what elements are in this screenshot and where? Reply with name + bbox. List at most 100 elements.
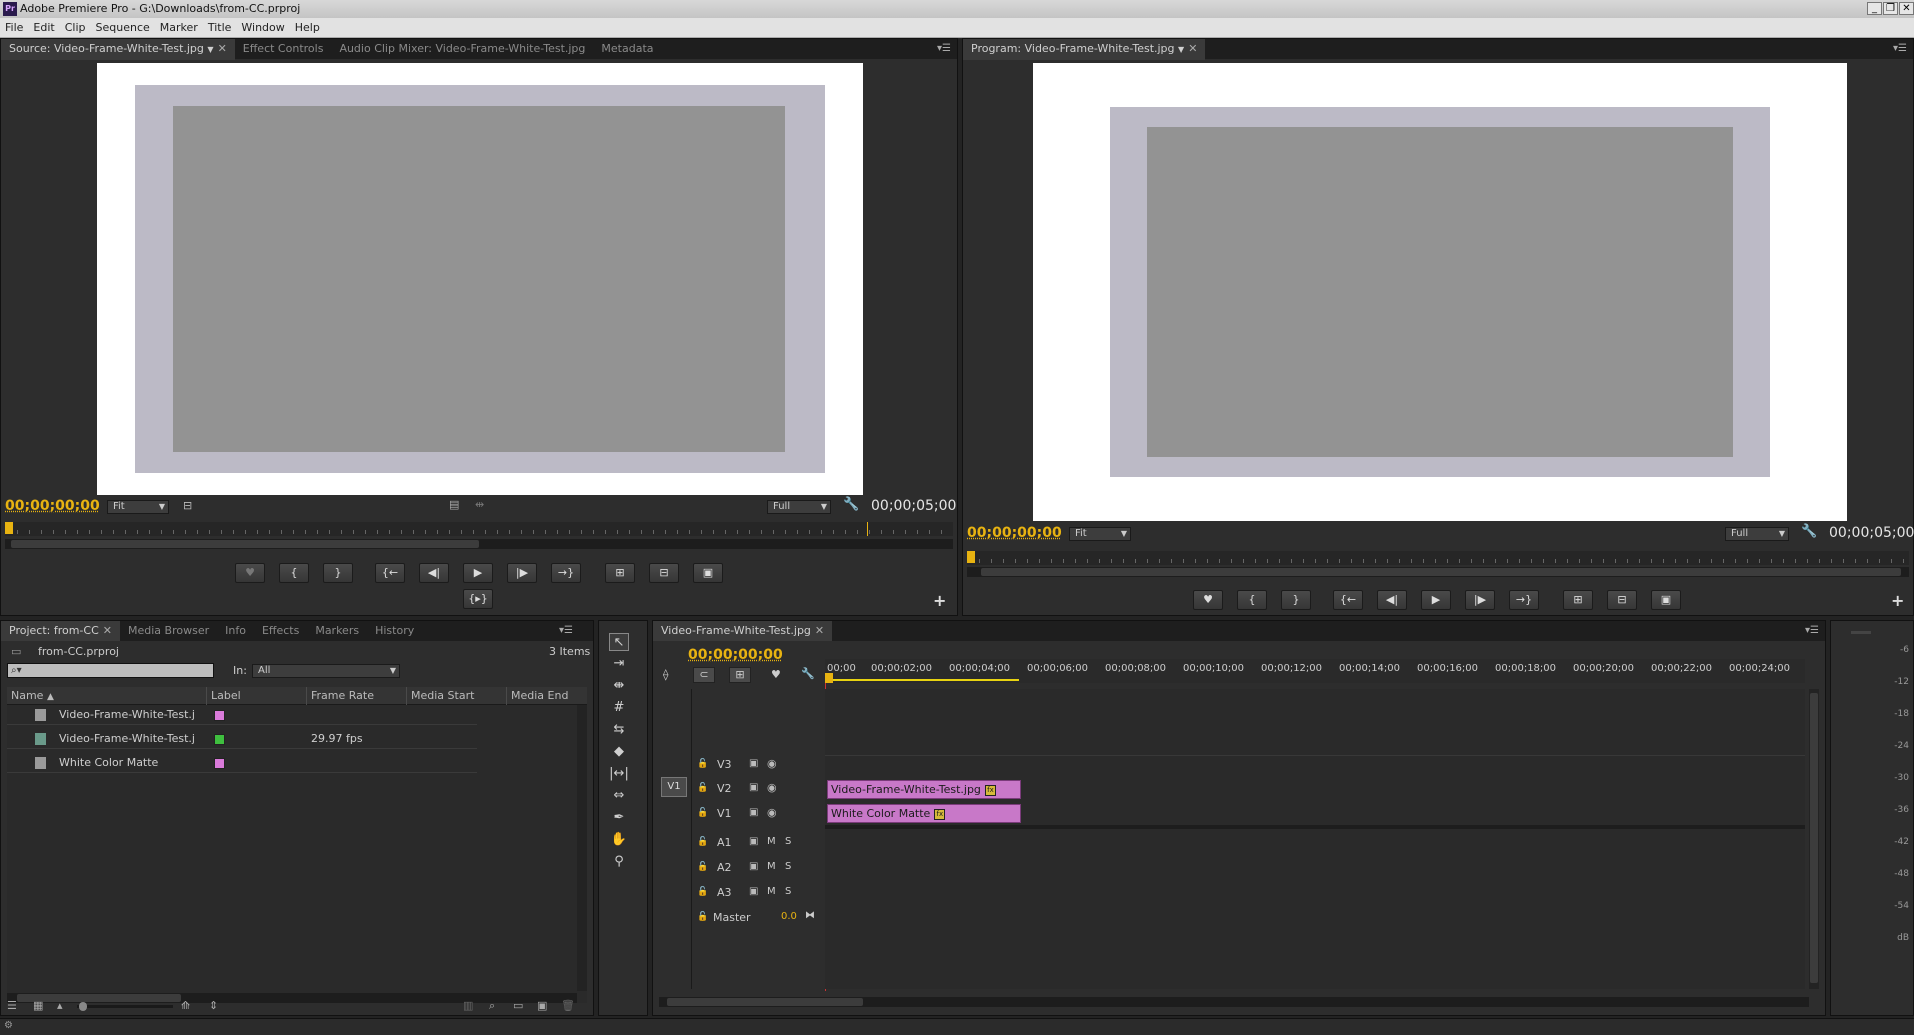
- program-zoom-scrollbar[interactable]: [967, 567, 1909, 577]
- close-icon[interactable]: ✕: [1188, 42, 1197, 55]
- speaker-icon[interactable]: ▣: [749, 861, 758, 872]
- slider-handle[interactable]: [79, 1002, 87, 1011]
- label-swatch[interactable]: [214, 734, 225, 745]
- menu-sequence[interactable]: Sequence: [91, 18, 155, 38]
- new-item-icon[interactable]: ▣: [537, 999, 547, 1012]
- nest-icon[interactable]: ⟠: [663, 668, 668, 681]
- play-button[interactable]: ▶: [1421, 590, 1451, 610]
- step-back-button[interactable]: ◀|: [419, 563, 449, 583]
- step-forward-button[interactable]: |▶: [507, 563, 537, 583]
- zoom-tool-icon[interactable]: ⚲: [609, 853, 629, 871]
- speaker-icon[interactable]: ▣: [749, 886, 758, 897]
- slide-tool-icon[interactable]: ⇔: [609, 787, 629, 805]
- scroll-thumb[interactable]: [981, 568, 1901, 576]
- automate-icon[interactable]: ⇕: [209, 999, 218, 1012]
- lock-icon[interactable]: 🔓: [697, 912, 708, 923]
- insert-button[interactable]: ⊞: [605, 563, 635, 583]
- eye-icon[interactable]: ◉: [767, 806, 777, 819]
- timeline-vertical-scrollbar[interactable]: [1809, 689, 1819, 989]
- delete-icon[interactable]: 🗑: [561, 999, 575, 1012]
- program-zoom-select[interactable]: Fit ▼: [1069, 527, 1131, 541]
- selection-tool-icon[interactable]: ↖: [609, 633, 629, 651]
- scroll-thumb[interactable]: [1810, 693, 1818, 983]
- tab-metadata[interactable]: Metadata: [593, 39, 661, 59]
- find-icon[interactable]: ⌕: [489, 999, 495, 1013]
- col-frame-rate[interactable]: Frame Rate: [307, 687, 407, 705]
- timeline-zoom-scrollbar[interactable]: [659, 997, 1809, 1007]
- mute-button[interactable]: M: [767, 836, 776, 847]
- wrench-icon[interactable]: 🔧: [1801, 524, 1817, 539]
- menu-window[interactable]: Window: [236, 18, 289, 38]
- lock-icon[interactable]: 🔓: [697, 887, 708, 898]
- zoom-out-icon[interactable]: ▴: [57, 999, 63, 1012]
- playhead-icon[interactable]: [5, 522, 13, 534]
- mute-button[interactable]: M: [767, 886, 776, 897]
- list-view-icon[interactable]: ☰: [7, 999, 17, 1012]
- mark-in-button[interactable]: {: [1237, 590, 1267, 610]
- slip-tool-icon[interactable]: |↔|: [609, 765, 629, 783]
- go-to-in-button[interactable]: {←: [1333, 590, 1363, 610]
- col-name[interactable]: Name ▲: [7, 687, 207, 705]
- pen-tool-icon[interactable]: ✒: [609, 809, 629, 827]
- solo-button[interactable]: S: [785, 861, 791, 872]
- solo-button[interactable]: S: [785, 886, 791, 897]
- program-time-ruler[interactable]: [967, 551, 1909, 565]
- close-window-button[interactable]: ✕: [1899, 2, 1914, 15]
- close-icon[interactable]: ✕: [103, 624, 112, 637]
- tab-media-browser[interactable]: Media Browser: [120, 621, 217, 641]
- col-media-start[interactable]: Media Start: [407, 687, 507, 705]
- panel-menu-icon[interactable]: ▾☰: [1893, 39, 1907, 59]
- vertical-scrollbar[interactable]: [577, 705, 587, 991]
- lock-icon[interactable]: 🔓: [697, 783, 708, 794]
- tab-sequence[interactable]: Video-Frame-White-Test.jpg ✕: [653, 621, 833, 641]
- panel-menu-icon[interactable]: ▾☰: [1805, 621, 1819, 641]
- export-frame-button[interactable]: ▣: [693, 563, 723, 583]
- timeline-timecode[interactable]: 00;00;00;00: [688, 647, 783, 663]
- list-item[interactable]: White Color Matte: [7, 753, 477, 773]
- new-bin-icon[interactable]: ▭: [513, 999, 523, 1012]
- tab-source[interactable]: Source: Video-Frame-White-Test.jpg ▼ ✕: [1, 39, 235, 60]
- work-area-bar[interactable]: [825, 679, 1019, 681]
- menu-file[interactable]: File: [0, 18, 28, 38]
- wrench-icon[interactable]: 🔧: [801, 667, 815, 680]
- drag-icon[interactable]: ⇹: [475, 498, 484, 511]
- hand-tool-icon[interactable]: ✋: [609, 831, 629, 849]
- ripple-edit-tool-icon[interactable]: ⇼: [609, 677, 629, 695]
- rate-stretch-tool-icon[interactable]: ⇆: [609, 721, 629, 739]
- source-zoom-select[interactable]: Fit ▼: [107, 500, 169, 514]
- eye-icon[interactable]: ◉: [767, 781, 777, 794]
- lift-button[interactable]: ⊞: [1563, 590, 1593, 610]
- tab-info[interactable]: Info: [217, 621, 254, 641]
- snap-icon[interactable]: ⊂: [693, 667, 715, 683]
- overwrite-button[interactable]: ⊟: [649, 563, 679, 583]
- clip-icon[interactable]: ▤: [449, 498, 459, 511]
- speaker-icon[interactable]: ▣: [749, 836, 758, 847]
- tab-program[interactable]: Program: Video-Frame-White-Test.jpg ▼ ✕: [963, 39, 1206, 60]
- step-forward-button[interactable]: |▶: [1465, 590, 1495, 610]
- menu-help[interactable]: Help: [290, 18, 325, 38]
- close-icon[interactable]: ✕: [815, 624, 824, 637]
- linked-selection-icon[interactable]: ⊞: [729, 667, 751, 683]
- add-button-icon[interactable]: +: [1891, 591, 1904, 610]
- list-item[interactable]: Video-Frame-White-Test.j: [7, 705, 477, 725]
- lock-icon[interactable]: 🔓: [697, 837, 708, 848]
- lock-icon[interactable]: 🔓: [697, 808, 708, 819]
- tab-audio-clip-mixer[interactable]: Audio Clip Mixer: Video-Frame-White-Test…: [331, 39, 593, 59]
- add-marker-button[interactable]: ♥: [1193, 590, 1223, 610]
- settings-icon[interactable]: ⊟: [183, 499, 192, 512]
- mark-in-button[interactable]: {: [279, 563, 309, 583]
- tab-project[interactable]: Project: from-CC ✕: [1, 621, 120, 641]
- film-icon[interactable]: ▣: [749, 758, 758, 769]
- source-time-ruler[interactable]: [5, 522, 953, 536]
- mute-button[interactable]: M: [767, 861, 776, 872]
- extract-button[interactable]: ⊟: [1607, 590, 1637, 610]
- tab-history[interactable]: History: [367, 621, 422, 641]
- rolling-edit-tool-icon[interactable]: #: [609, 699, 629, 717]
- close-icon[interactable]: ✕: [218, 42, 227, 55]
- bin-icon[interactable]: ▥: [463, 999, 473, 1012]
- marker-icon[interactable]: ♥: [771, 668, 781, 681]
- eye-icon[interactable]: ◉: [767, 757, 777, 770]
- search-input[interactable]: ⌕▾: [7, 663, 214, 678]
- panel-menu-icon[interactable]: ▾☰: [937, 39, 951, 59]
- track-select-tool-icon[interactable]: ⇥: [609, 655, 629, 673]
